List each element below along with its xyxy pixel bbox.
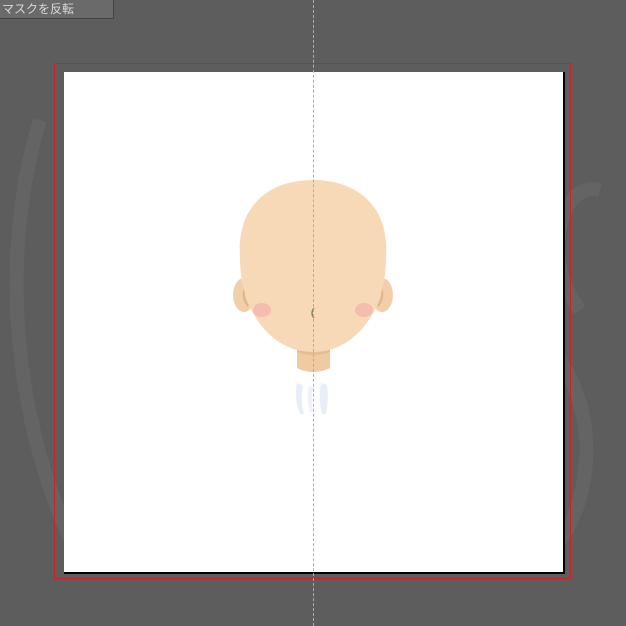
left-cheek-blush	[253, 303, 271, 317]
workspace[interactable]: マスクを反転	[0, 0, 626, 626]
character-illustration	[233, 180, 393, 414]
mask-invert-button[interactable]: マスクを反転	[0, 0, 114, 19]
collar	[296, 383, 328, 414]
right-cheek-blush	[355, 303, 373, 317]
canvas[interactable]	[64, 72, 563, 572]
head	[239, 180, 387, 352]
